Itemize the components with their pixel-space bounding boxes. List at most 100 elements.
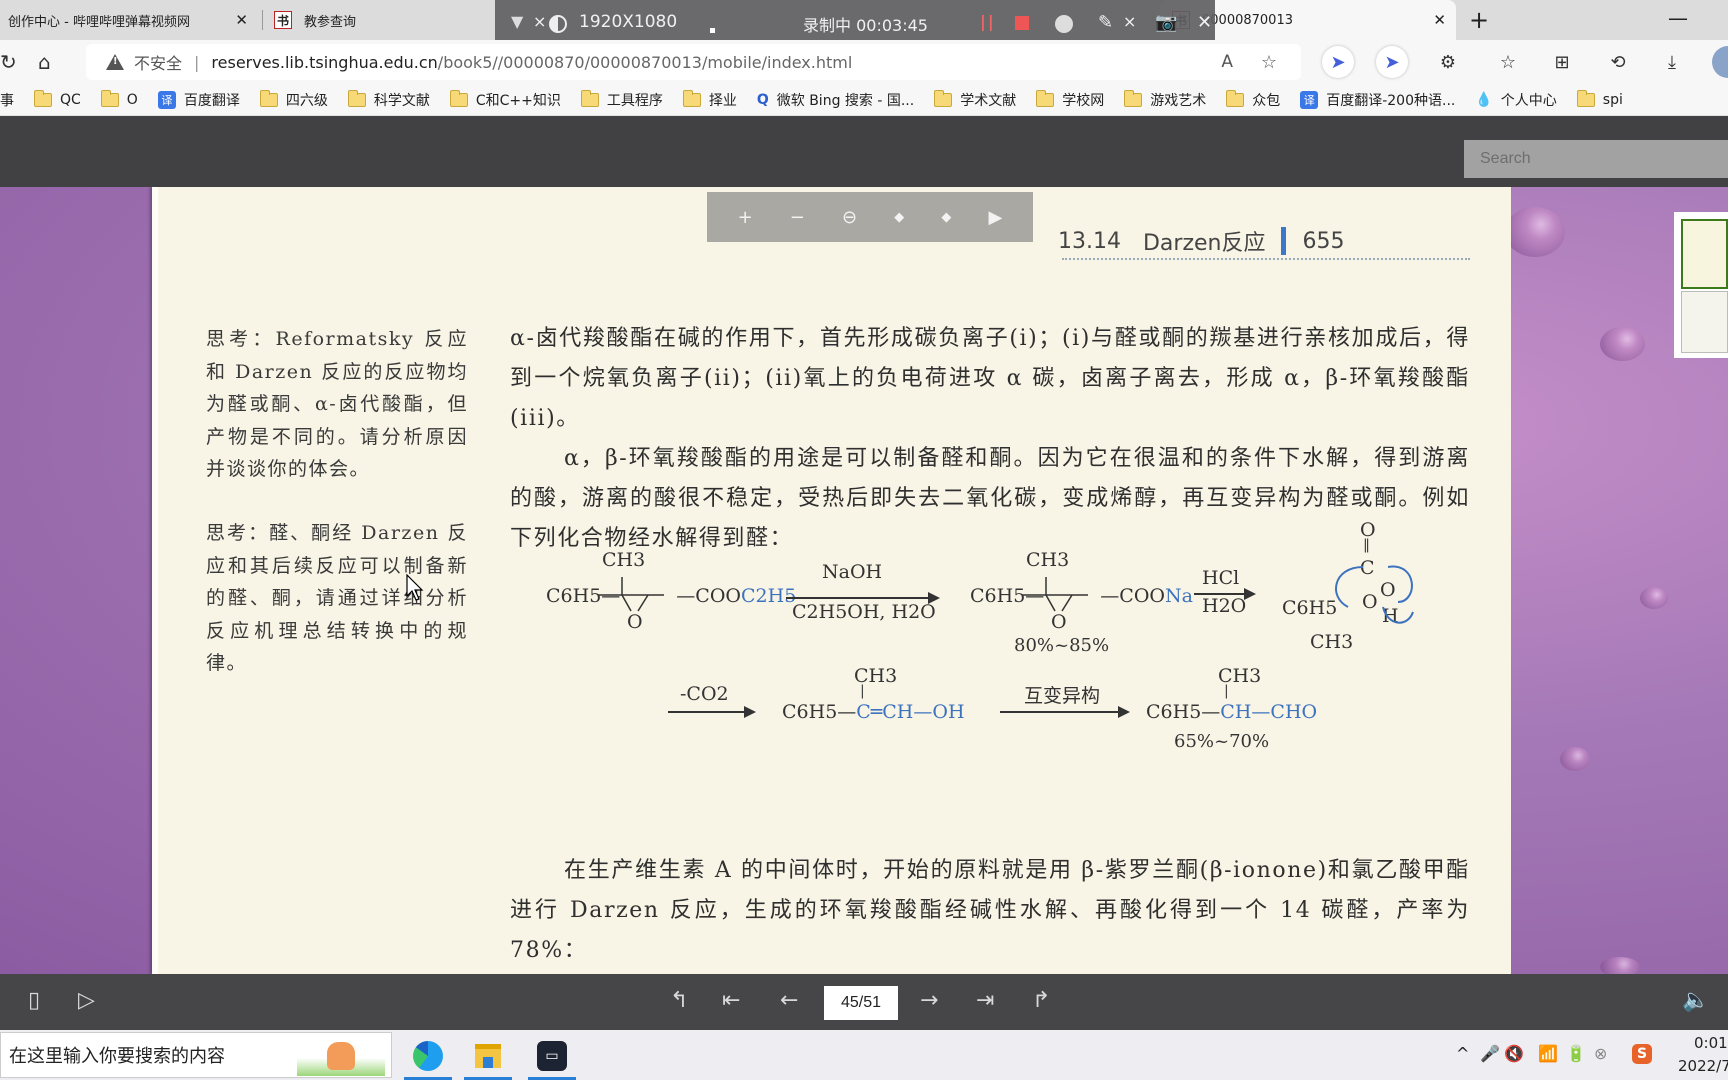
search-input[interactable]: [1464, 140, 1728, 178]
minimize-button[interactable]: —: [1668, 6, 1688, 30]
bookmark-item[interactable]: Q 微软 Bing 搜索 - 国...: [757, 90, 914, 110]
not-secure-label[interactable]: 不安全: [134, 50, 182, 74]
screen-recorder-app-icon[interactable]: ▭: [528, 1034, 576, 1080]
folder-icon: [100, 89, 119, 107]
profile-avatar[interactable]: [1712, 46, 1728, 78]
stop-recording-button[interactable]: [1015, 16, 1029, 30]
zoom-out-icon[interactable]: −: [790, 207, 805, 228]
close-icon[interactable]: ×: [533, 12, 546, 31]
warning-icon[interactable]: [106, 54, 124, 70]
clock-date[interactable]: 2022/7: [1678, 1057, 1728, 1075]
forward-icon[interactable]: ↱: [1032, 988, 1050, 1013]
microphone-icon[interactable]: 🎤: [1480, 1044, 1500, 1063]
slideshow-icon[interactable]: ▷: [78, 988, 95, 1013]
wifi-icon[interactable]: 📶: [1538, 1044, 1558, 1063]
address-input[interactable]: 不安全 | reserves.lib.tsinghua.edu.cn /book…: [86, 44, 1301, 80]
read-aloud-icon[interactable]: A: [1221, 52, 1233, 72]
bookmark-folder[interactable]: spi: [1576, 89, 1623, 108]
bookmark-folder[interactable]: 工具程序: [580, 89, 663, 110]
bookmark-folder[interactable]: 游戏艺术: [1124, 89, 1207, 110]
sodium-label: Na: [1165, 585, 1193, 607]
bookmark-item[interactable]: 事: [0, 90, 14, 110]
pause-recording-button[interactable]: ||: [980, 12, 996, 31]
pen-icon[interactable]: ✎: [1098, 12, 1113, 33]
bookmark-folder[interactable]: 学校网: [1036, 89, 1104, 110]
folder-icon: [682, 89, 701, 107]
close-tab-icon[interactable]: ✕: [1433, 11, 1446, 29]
section-number: 13.14: [1058, 228, 1121, 254]
favorites-icon[interactable]: ☆: [1492, 46, 1524, 78]
battery-icon[interactable]: 🔋: [1566, 1044, 1586, 1063]
side-note: 思考：醛、酮经 Darzen 反应和其后续反应可以制备新的醛、酮，请通过详细分析…: [206, 522, 468, 674]
last-page-icon[interactable]: ⇥: [976, 988, 994, 1013]
bird-extension-icon[interactable]: ➤: [1322, 46, 1354, 78]
phenyl-label: C6H5: [970, 585, 1026, 607]
close-circle-icon[interactable]: ⊗: [1594, 1044, 1607, 1063]
bookmark-item[interactable]: 译百度翻译: [157, 90, 240, 110]
bookmark-folder[interactable]: 择业: [682, 89, 737, 110]
bookmark-icon[interactable]: ▯: [28, 988, 40, 1013]
previous-icon[interactable]: ◆: [894, 210, 904, 225]
folder-icon: [1036, 89, 1055, 107]
edge-app-icon[interactable]: [404, 1034, 452, 1080]
book-page: + − ⊖ ◆ ◆ ▶ 13.14 Darzen反应 655 思考：Reform…: [152, 187, 1511, 974]
pan-cursor-icon[interactable]: ▶: [989, 207, 1003, 228]
new-tab-button[interactable]: +: [1464, 6, 1494, 34]
bird-extension-icon[interactable]: ➤: [1376, 46, 1408, 78]
previous-page-icon[interactable]: ←: [780, 988, 798, 1013]
bookmark-folder[interactable]: 学术文献: [934, 89, 1017, 110]
reaction-arrow: [786, 592, 940, 604]
collections-icon[interactable]: ⊞: [1546, 46, 1578, 78]
tab-bilibili[interactable]: 创作中心 - 哔哩哔哩弹幕视频网 ✕: [8, 0, 258, 40]
bookmark-folder[interactable]: O: [100, 89, 138, 108]
search-highlight-illustration: [297, 1036, 385, 1076]
pin-icon[interactable]: ▼: [511, 12, 523, 31]
show-hidden-icons[interactable]: ^: [1456, 1044, 1469, 1063]
tab-jiaocan-query[interactable]: 书 教参查询: [274, 0, 494, 40]
bookmark-item[interactable]: 💧 个人中心: [1475, 90, 1556, 110]
reader-toolbar: [0, 117, 1728, 187]
tab-title: 00000870013: [1202, 12, 1293, 28]
url-path: /book5//00000870/00000870013/mobile/inde…: [437, 52, 853, 72]
bookmark-label: 游戏艺术: [1150, 92, 1207, 109]
add-favorite-icon[interactable]: ☆: [1261, 52, 1277, 73]
page-thumbnails[interactable]: [1674, 212, 1728, 358]
zoom-reset-icon[interactable]: ⊖: [842, 207, 857, 228]
volume-muted-icon[interactable]: 🔇: [1504, 1044, 1524, 1063]
bookmark-folder[interactable]: 科学文献: [347, 89, 430, 110]
bookmark-folder[interactable]: 众包: [1226, 89, 1280, 110]
page-number-input[interactable]: 45/51: [824, 986, 898, 1020]
sound-icon[interactable]: 🔈: [1682, 988, 1709, 1013]
clock-time[interactable]: 0:01: [1694, 1034, 1728, 1052]
thumbnail-page[interactable]: [1681, 291, 1728, 353]
phenyl-label: C6H5—: [782, 701, 857, 723]
bookmark-folder[interactable]: C和C++知识: [449, 89, 561, 110]
bookmark-folder[interactable]: 四六级: [259, 89, 328, 110]
bookmark-label: 学术文献: [960, 92, 1017, 109]
close-tab-icon[interactable]: ✕: [235, 11, 248, 29]
downloads-icon[interactable]: ⤓: [1656, 46, 1688, 78]
next-page-icon[interactable]: →: [920, 988, 938, 1013]
close-icon[interactable]: ×: [1123, 12, 1136, 31]
mic-level-indicator: [710, 28, 715, 33]
first-page-icon[interactable]: ⇤: [722, 988, 740, 1013]
thumbnail-current-page[interactable]: [1681, 219, 1728, 289]
bookmark-folder[interactable]: QC: [34, 89, 81, 108]
sogou-ime-icon[interactable]: S: [1632, 1044, 1652, 1064]
reagent-above: HCl: [1202, 567, 1240, 589]
zoom-in-icon[interactable]: +: [738, 207, 753, 228]
refresh-icon[interactable]: ↻: [0, 50, 17, 74]
home-icon[interactable]: ⌂: [38, 50, 51, 74]
next-icon[interactable]: ◆: [941, 210, 951, 225]
magnifier-icon[interactable]: [1055, 15, 1073, 33]
history-icon[interactable]: ⟲: [1602, 46, 1634, 78]
file-explorer-icon[interactable]: [464, 1034, 512, 1080]
extensions-icon[interactable]: ⚙: [1432, 46, 1464, 78]
background-droplet: [1640, 587, 1668, 609]
taskbar-search-box[interactable]: 在这里输入你要搜索的内容: [0, 1032, 392, 1078]
back-icon[interactable]: ↰: [670, 988, 688, 1013]
camera-icon[interactable]: 📷: [1155, 12, 1177, 33]
close-recorder-icon[interactable]: ✕: [1197, 12, 1212, 33]
contrast-icon[interactable]: [549, 15, 567, 33]
bookmark-item[interactable]: 译百度翻译-200种语...: [1300, 90, 1455, 110]
